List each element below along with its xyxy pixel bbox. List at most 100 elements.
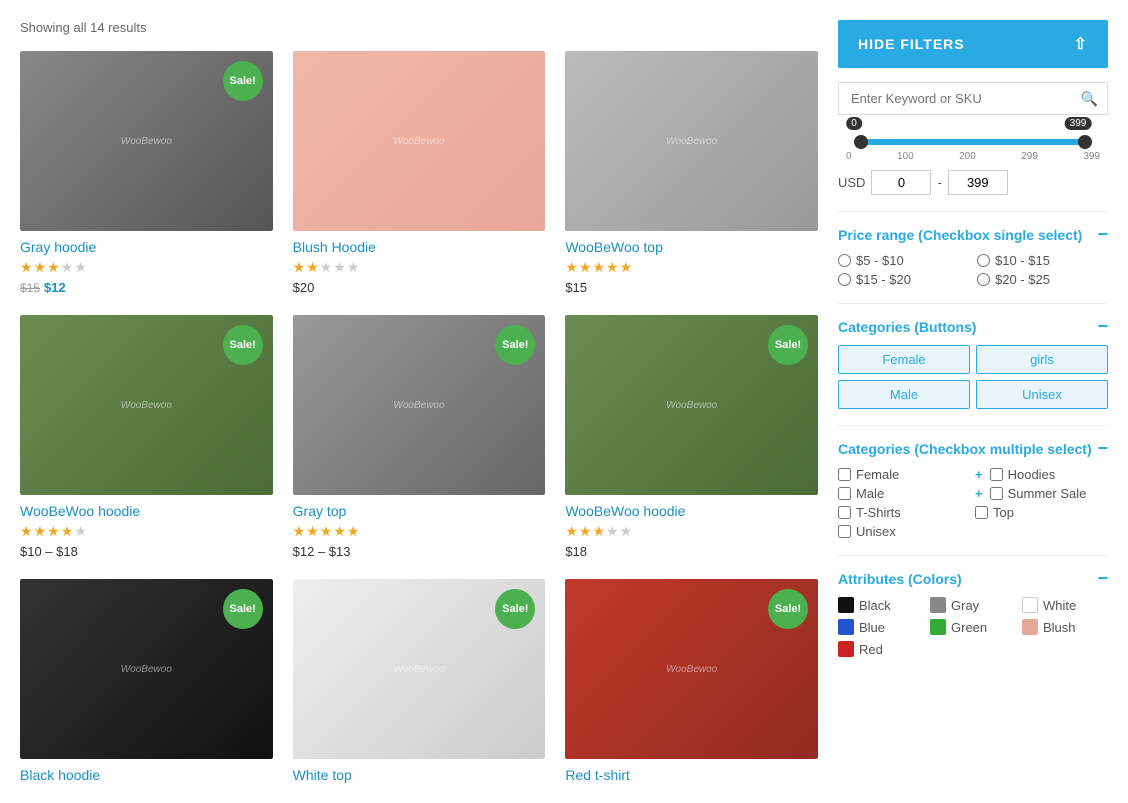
chevron-up-icon: ⇧ [1074,34,1088,54]
categories-checkbox-collapse-icon[interactable]: − [1097,438,1108,459]
price-radio-20-25[interactable] [977,273,990,286]
checkbox-female[interactable]: Female [838,467,971,482]
attributes-colors-heading-text: Attributes (Colors) [838,571,962,587]
categories-buttons-collapse-icon[interactable]: − [1097,316,1108,337]
price-option-15-20[interactable]: $15 - $20 [838,272,969,287]
slider-label-100: 100 [897,151,914,162]
slider-track: 0 399 [854,139,1092,145]
color-swatch-black [838,597,854,613]
color-label-white: White [1043,598,1076,613]
product-price: $15 [565,280,818,295]
slider-thumb-max[interactable]: 399 [1078,135,1092,149]
sale-badge: Sale! [768,589,808,629]
slider-max-label: 399 [1065,117,1092,130]
checkbox-female-input[interactable] [838,468,851,481]
checkbox-hoodies-input[interactable] [990,468,1003,481]
product-stars: ★★★★★ [565,523,818,540]
checkbox-male-input[interactable] [838,487,851,500]
product-image-text: WooBewoo [121,136,172,147]
color-item-blue[interactable]: Blue [838,619,924,635]
checkbox-tshirts-input[interactable] [838,506,851,519]
price-option-5-10[interactable]: $5 - $10 [838,253,969,268]
product-card-black-hoodie[interactable]: WooBewoo Sale! Black hoodie [20,579,273,783]
sale-badge: Sale! [223,61,263,101]
color-item-blush[interactable]: Blush [1022,619,1108,635]
product-card-gray-top[interactable]: WooBewoo Sale! Gray top ★★★★★ $12 – $13 [293,315,546,559]
search-input[interactable] [838,82,1108,115]
product-card-gray-hoodie[interactable]: WooBewoo Sale! Gray hoodie ★★★★★ $15$12 [20,51,273,295]
color-item-gray[interactable]: Gray [930,597,1016,613]
product-card-woobewoo-hoodie-2[interactable]: WooBewoo Sale! WooBeWoo hoodie ★★★★★ $18 [565,315,818,559]
price-option-20-25[interactable]: $20 - $25 [977,272,1108,287]
star-empty: ★ [74,523,87,540]
product-card-woobewoo-top[interactable]: WooBewoo WooBeWoo top ★★★★★ $15 [565,51,818,295]
price-max-input[interactable] [948,170,1008,195]
slider-label-200: 200 [959,151,976,162]
product-card-red-tshirt[interactable]: WooBewoo Sale! Red t-shirt [565,579,818,783]
star-empty: ★ [320,259,333,276]
checkbox-summer-input[interactable] [990,487,1003,500]
attributes-collapse-icon[interactable]: − [1097,568,1108,589]
price-option-label-20-25: $20 - $25 [995,272,1050,287]
product-stars: ★★★★★ [20,523,273,540]
checkbox-unisex-input[interactable] [838,525,851,538]
hide-filters-button[interactable]: HIDE FILTERS ⇧ [838,20,1108,68]
slider-thumb-min[interactable]: 0 [854,135,868,149]
color-item-black[interactable]: Black [838,597,924,613]
product-image-wrapper: WooBewoo Sale! [20,315,273,495]
sale-badge: Sale! [223,589,263,629]
sidebar: HIDE FILTERS ⇧ 🔍 0 399 [838,20,1108,783]
price-radio-5-10[interactable] [838,254,851,267]
price-range-collapse-icon[interactable]: − [1097,224,1108,245]
search-wrapper: 🔍 [838,82,1108,115]
price-radio-10-15[interactable] [977,254,990,267]
color-label-blue: Blue [859,620,885,635]
star-empty: ★ [606,523,619,540]
product-image-text: WooBewoo [393,664,444,675]
product-card-blush-hoodie[interactable]: WooBewoo Blush Hoodie ★★★★★ $20 [293,51,546,295]
slider-fill [854,139,1092,145]
star-empty: ★ [333,259,346,276]
star-empty: ★ [61,259,74,276]
checkbox-col-left: Female Male T-Shirts Unisex [838,467,971,539]
color-swatch-blush [1022,619,1038,635]
price-range-options: $5 - $10 $10 - $15 $15 - $20 $20 - $25 [838,253,1108,287]
color-item-green[interactable]: Green [930,619,1016,635]
star-filled: ★ [333,523,346,540]
price-min-input[interactable] [871,170,931,195]
categories-buttons-heading-text: Categories (Buttons) [838,319,976,335]
color-swatch-gray [930,597,946,613]
checkbox-tshirts[interactable]: T-Shirts [838,505,971,520]
product-card-woobewoo-hoodie-1[interactable]: WooBewoo Sale! WooBeWoo hoodie ★★★★★ $10… [20,315,273,559]
price-radio-15-20[interactable] [838,273,851,286]
product-image: WooBewoo [293,51,546,231]
price-range: $10 – $18 [20,544,78,559]
color-item-white[interactable]: White [1022,597,1108,613]
checkbox-hoodies[interactable]: + Hoodies [975,467,1108,482]
color-item-red[interactable]: Red [838,641,924,657]
category-btn-girls[interactable]: girls [976,345,1108,374]
checkbox-top-label: Top [993,505,1014,520]
checkbox-summer-label: Summer Sale [1008,486,1087,501]
product-price: $12 – $13 [293,544,546,559]
star-filled: ★ [293,259,306,276]
sale-badge: Sale! [223,325,263,365]
product-title: Gray top [293,503,546,519]
color-label-green: Green [951,620,987,635]
price-slider-section: 0 399 0 100 200 299 399 USD - [838,139,1108,195]
price-option-10-15[interactable]: $10 - $15 [977,253,1108,268]
checkbox-top-input[interactable] [975,506,988,519]
checkbox-summer-sale[interactable]: + Summer Sale [975,486,1108,501]
category-btn-unisex[interactable]: Unisex [976,380,1108,409]
product-title: WooBeWoo hoodie [565,503,818,519]
category-btn-male[interactable]: Male [838,380,970,409]
slider-label-299: 299 [1021,151,1038,162]
star-filled: ★ [565,259,578,276]
category-btn-female[interactable]: Female [838,345,970,374]
product-title: Gray hoodie [20,239,273,255]
checkbox-unisex[interactable]: Unisex [838,524,971,539]
checkbox-male[interactable]: Male [838,486,971,501]
attributes-colors-heading: Attributes (Colors) − [838,555,1108,589]
product-card-white-top[interactable]: WooBewoo Sale! White top [293,579,546,783]
checkbox-top[interactable]: Top [975,505,1108,520]
